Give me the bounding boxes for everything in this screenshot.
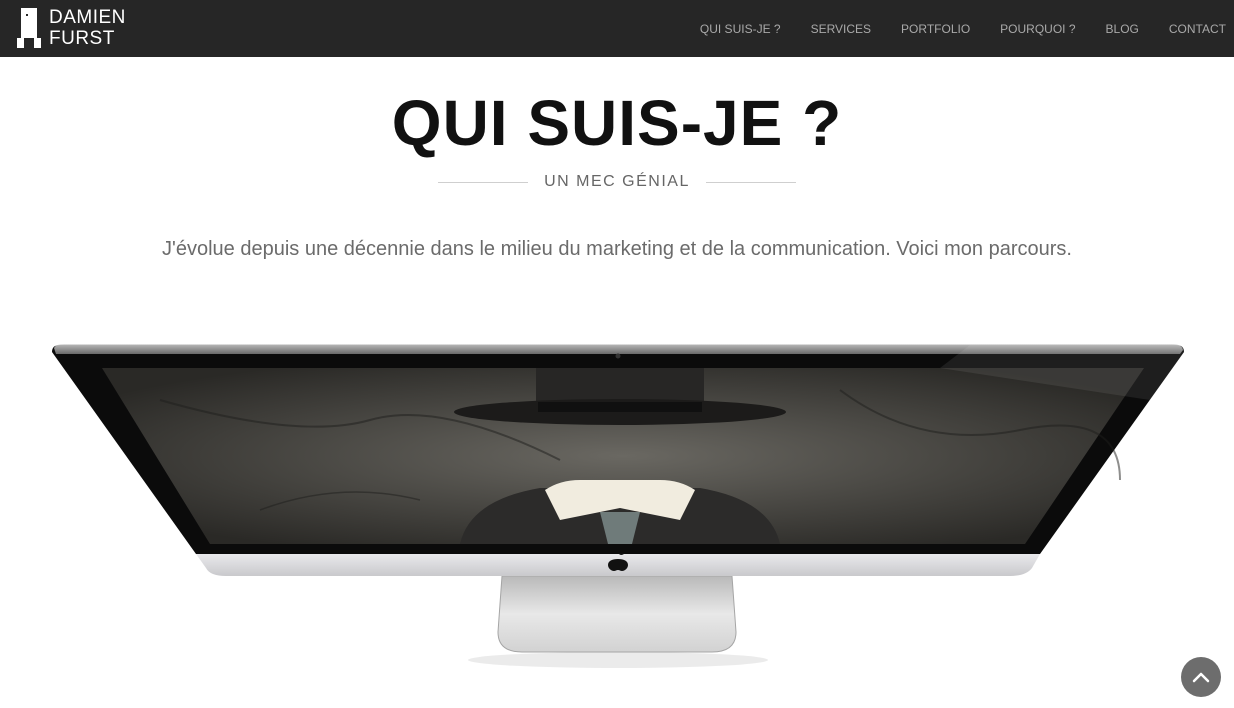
tower-logo-icon [17,8,41,48]
imac-computer-icon [52,344,1184,668]
nav-item-contact[interactable]: CONTACT [1169,22,1226,36]
subtitle-divider-right [705,181,796,183]
page-subtitle: UN MEC GÉNIAL [544,173,690,190]
chevron-up-icon [1192,672,1210,683]
nav-item-blog[interactable]: BLOG [1106,22,1139,36]
page-title: QUI SUIS-JE ? [391,87,843,159]
nav-item-portfolio[interactable]: PORTFOLIO [901,22,970,36]
intro-paragraph: J'évolue depuis une décennie dans le mil… [162,238,1072,260]
nav-item-pourquoi[interactable]: POURQUOI ? [1000,22,1075,36]
main-nav: QUI SUIS-JE ? SERVICES PORTFOLIO POURQUO… [670,0,1226,57]
subtitle-row: UN MEC GÉNIAL [0,170,1234,194]
brand-logo-link[interactable]: DAMIEN FURST [17,7,126,49]
subtitle-divider-left [438,181,529,183]
nav-item-qui-suis-je[interactable]: QUI SUIS-JE ? [700,22,781,36]
brand-line-1: DAMIEN [49,7,126,28]
brand-line-2: FURST [49,28,115,49]
brand-name: DAMIEN FURST [49,7,126,49]
scroll-to-top-button[interactable] [1181,657,1221,697]
nav-item-services[interactable]: SERVICES [811,22,871,36]
top-navbar: DAMIEN FURST QUI SUIS-JE ? SERVICES PORT… [0,0,1234,57]
